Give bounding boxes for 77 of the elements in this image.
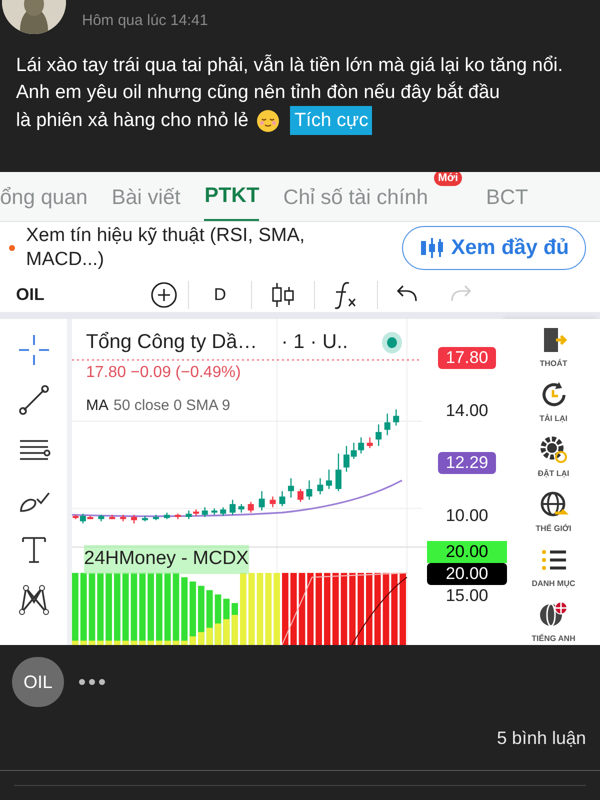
price-label: 10.00: [444, 504, 490, 527]
candle: [174, 514, 181, 520]
ma-label: MA: [86, 396, 108, 416]
candle: [202, 507, 208, 517]
price-label: 14.00: [444, 400, 490, 422]
candlestick-icon: [419, 236, 446, 259]
candle: [384, 414, 390, 436]
sentiment-tag: Tích cực: [290, 106, 372, 135]
sidebar-button[interactable]: ĐẶT LẠI: [538, 435, 570, 480]
candle: [131, 514, 138, 524]
more-icon[interactable]: [78, 678, 106, 686]
candle: [366, 437, 373, 448]
candle: [270, 496, 276, 508]
candle: [393, 409, 400, 426]
indicator-bar: [214, 594, 222, 645]
bullet-dot-icon: [8, 244, 16, 252]
signal-text: Xem tín hiệu kỹ thuật (RSI, SMA, MACD...): [26, 224, 306, 272]
comment-count[interactable]: 5 bình luận: [496, 725, 586, 752]
sidebar-button[interactable]: THOÁT: [538, 325, 568, 370]
candle: [248, 502, 254, 513]
candle: [298, 489, 304, 502]
candle: [152, 514, 159, 520]
indicator-bar: [223, 598, 230, 645]
stock-tag[interactable]: OIL: [12, 657, 64, 707]
ma-params: 50 close 0 SMA 9: [114, 396, 230, 416]
indicator-label: 15.00: [444, 585, 490, 607]
last-price-marker: [382, 332, 402, 354]
candle: [220, 507, 226, 516]
candle: [258, 491, 265, 510]
candle: [306, 480, 312, 500]
candle: [317, 478, 324, 494]
sidebar-button[interactable]: TẢI LẠI: [538, 380, 568, 425]
candle: [109, 514, 116, 520]
candle: [142, 516, 148, 522]
relieved-face-icon: [256, 108, 280, 132]
pattern-nodes-icon[interactable]: [16, 583, 50, 617]
indicator-bar: [232, 603, 238, 645]
gear-icon: [538, 435, 568, 465]
indicator-title: 24HMoney - MCDX: [84, 545, 249, 574]
trend-line-icon[interactable]: [16, 383, 50, 417]
candle: [326, 470, 332, 489]
sidebar-button[interactable]: THẾ GIỚI: [536, 490, 572, 535]
candle: [288, 478, 294, 498]
chart-title: Tổng Công ty Dầ…: [86, 330, 258, 355]
candle: [98, 514, 104, 522]
symbol-label: OIL: [15, 284, 46, 306]
post-text: là phiên xả hàng cho nhỏ lẻ: [16, 109, 248, 133]
price-label: 17.80: [438, 347, 496, 369]
post-text: Lái xào tay trái qua tai phải, vẫn là tiền lớn mà giá lại ko tăng nổi.: [16, 54, 563, 78]
crosshair-icon[interactable]: [16, 333, 50, 367]
tab[interactable]: PTKT: [204, 172, 260, 221]
candle: [335, 454, 342, 492]
indicator-label: 20.00: [427, 541, 507, 563]
add-circle-icon[interactable]: [150, 280, 178, 309]
candle: [164, 512, 170, 520]
indicator-bar: [190, 582, 196, 645]
indicator-label: 20.00: [427, 563, 507, 585]
indicator-bar: [198, 586, 204, 645]
chart-interval: · 1 · U..: [281, 330, 348, 355]
post-text: Anh em yêu oil nhưng cũng nên tỉnh đòn nếu đây bắt đầu: [16, 80, 500, 105]
price-change: 17.80 −0.09 (−0.49%): [86, 363, 241, 383]
indicator-bar: [206, 590, 213, 645]
price-label: 12.29: [438, 452, 496, 474]
indicator-bar: [181, 577, 188, 645]
sidebar-button[interactable]: DANH MỤC: [532, 545, 576, 590]
interval-button[interactable]: D: [189, 282, 251, 308]
new-badge: Mới: [434, 172, 462, 186]
candle: [230, 500, 236, 515]
candle: [279, 491, 286, 506]
candle: [238, 504, 244, 513]
candle: [376, 424, 382, 446]
sidebar-button[interactable]: TIẾNG ANH: [532, 600, 576, 645]
candle: [211, 508, 218, 515]
candle: [120, 514, 126, 522]
tab[interactable]: Chỉ số tài chính Mới: [283, 172, 462, 221]
post-time: Hôm qua lúc 14:41: [82, 11, 208, 31]
view-full-button[interactable]: Xem đầy đủ: [402, 226, 586, 270]
